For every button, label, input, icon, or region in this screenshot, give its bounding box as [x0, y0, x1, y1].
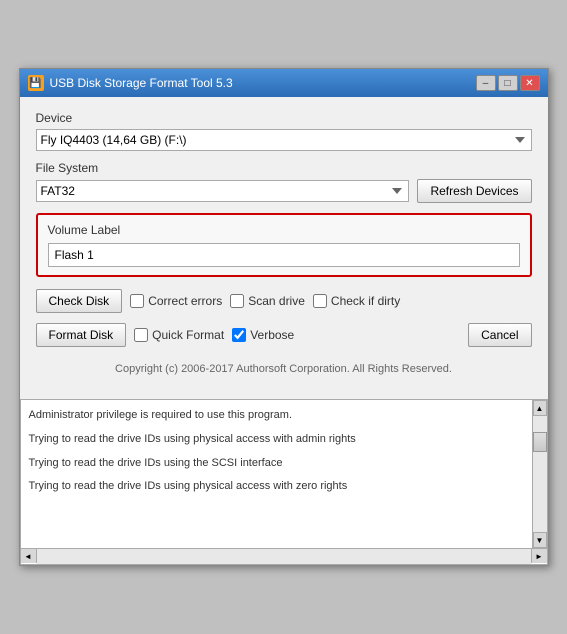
log-line-2: Trying to read the drive IDs using physi…: [29, 430, 524, 450]
quick-format-checkbox[interactable]: [134, 328, 148, 342]
copyright-text: Copyright (c) 2006-2017 Authorsoft Corpo…: [36, 357, 532, 385]
scan-drive-text: Scan drive: [248, 294, 305, 308]
close-button[interactable]: ✕: [520, 75, 540, 91]
verbose-label[interactable]: Verbose: [232, 328, 294, 342]
vertical-scrollbar[interactable]: ▲ ▼: [532, 399, 548, 549]
check-if-dirty-text: Check if dirty: [331, 294, 400, 308]
filesystem-select[interactable]: FAT32NTFSexFAT: [36, 180, 410, 202]
refresh-devices-button[interactable]: Refresh Devices: [417, 179, 531, 203]
log-line-3: Trying to read the drive IDs using the S…: [29, 454, 524, 474]
format-disk-button[interactable]: Format Disk: [36, 323, 127, 347]
title-bar: 💾 USB Disk Storage Format Tool 5.3 – □ ✕: [20, 69, 548, 97]
title-bar-left: 💾 USB Disk Storage Format Tool 5.3: [28, 75, 233, 91]
app-icon: 💾: [28, 75, 44, 91]
scan-drive-label[interactable]: Scan drive: [230, 294, 305, 308]
check-disk-button[interactable]: Check Disk: [36, 289, 123, 313]
horizontal-scrollbar[interactable]: ◄ ►: [20, 549, 548, 565]
log-content: Administrator privilege is required to u…: [20, 399, 532, 549]
check-if-dirty-label[interactable]: Check if dirty: [313, 294, 400, 308]
filesystem-label: File System: [36, 161, 532, 175]
filesystem-row: FAT32NTFSexFAT Refresh Devices: [36, 179, 532, 203]
quick-format-label[interactable]: Quick Format: [134, 328, 224, 342]
scroll-right-arrow[interactable]: ►: [531, 549, 547, 563]
log-section: Administrator privilege is required to u…: [20, 399, 548, 565]
check-if-dirty-checkbox[interactable]: [313, 294, 327, 308]
scroll-left-arrow[interactable]: ◄: [21, 549, 37, 563]
window-title: USB Disk Storage Format Tool 5.3: [50, 76, 233, 90]
scroll-up-arrow[interactable]: ▲: [533, 400, 547, 416]
log-container: Administrator privilege is required to u…: [20, 399, 548, 549]
format-disk-row: Format Disk Quick Format Verbose Cancel: [36, 323, 532, 347]
scroll-thumb[interactable]: [533, 432, 547, 452]
device-row: Fly IQ4403 (14,64 GB) (F:\): [36, 129, 532, 151]
cancel-button[interactable]: Cancel: [468, 323, 531, 347]
scan-drive-checkbox[interactable]: [230, 294, 244, 308]
maximize-button[interactable]: □: [498, 75, 518, 91]
scroll-down-arrow[interactable]: ▼: [533, 532, 547, 548]
volume-label-section: Volume Label: [36, 213, 532, 277]
volume-label-input[interactable]: [48, 243, 520, 267]
verbose-text: Verbose: [250, 328, 294, 342]
correct-errors-label[interactable]: Correct errors: [130, 294, 222, 308]
device-select[interactable]: Fly IQ4403 (14,64 GB) (F:\): [36, 129, 532, 151]
verbose-checkbox[interactable]: [232, 328, 246, 342]
check-disk-row: Check Disk Correct errors Scan drive Che…: [36, 289, 532, 313]
minimize-button[interactable]: –: [476, 75, 496, 91]
h-scroll-track: [37, 549, 531, 564]
log-line-4: Trying to read the drive IDs using physi…: [29, 477, 524, 497]
device-label: Device: [36, 111, 532, 125]
main-content: Device Fly IQ4403 (14,64 GB) (F:\) File …: [20, 97, 548, 399]
correct-errors-text: Correct errors: [148, 294, 222, 308]
main-window: 💾 USB Disk Storage Format Tool 5.3 – □ ✕…: [19, 68, 549, 566]
quick-format-text: Quick Format: [152, 328, 224, 342]
title-buttons: – □ ✕: [476, 75, 540, 91]
log-line-1: Administrator privilege is required to u…: [29, 406, 524, 426]
volume-label-text: Volume Label: [48, 223, 520, 237]
correct-errors-checkbox[interactable]: [130, 294, 144, 308]
